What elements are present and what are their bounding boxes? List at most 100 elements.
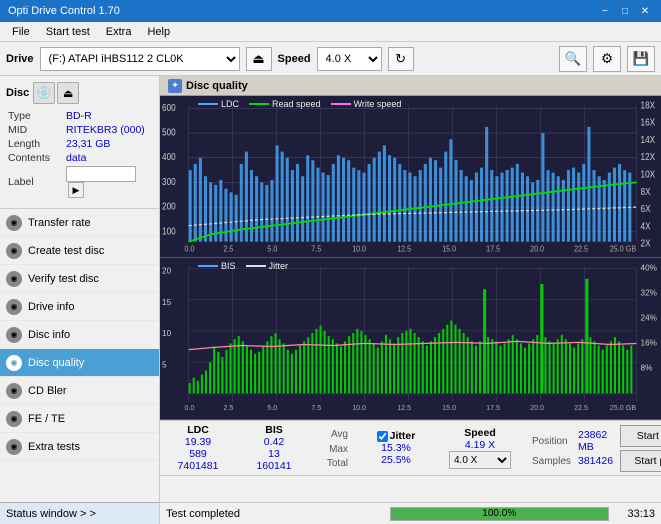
samples-label: Samples [532,456,574,467]
ldc-total-value: 7401481 [178,460,219,472]
settings-button[interactable]: ⚙ [593,46,621,72]
minimize-button[interactable]: − [597,4,613,18]
sidebar-item-create-test-disc[interactable]: ◉ Create test disc [0,237,159,265]
svg-text:5.0: 5.0 [267,244,277,254]
samples-row: Samples 381426 [532,455,612,467]
sidebar-item-disc-info[interactable]: ◉ Disc info [0,321,159,349]
eject-button[interactable]: ⏏ [246,47,272,71]
sidebar-item-disc-quality[interactable]: ◉ Disc quality [0,349,159,377]
legend-read-speed-label: Read speed [272,99,321,109]
legend-jitter-label: Jitter [269,261,289,271]
disc-label-input[interactable] [66,166,136,182]
chart-header: ✦ Disc quality [160,76,661,96]
svg-text:12.5: 12.5 [397,244,411,254]
main-layout: Disc 💿 ⏏ Type BD-R MID RITEKBR3 (000) Le… [0,76,661,524]
drive-info-icon: ◉ [6,299,22,315]
svg-text:20.0: 20.0 [530,244,544,254]
drive-label: Drive [6,53,34,65]
nav-transfer-rate-label: Transfer rate [28,217,91,229]
sidebar-item-cd-bler[interactable]: ◉ CD Bler [0,377,159,405]
sidebar-item-verify-test-disc[interactable]: ◉ Verify test disc [0,265,159,293]
nav-extra-tests-label: Extra tests [28,441,80,453]
create-test-disc-icon: ◉ [6,243,22,259]
menu-file[interactable]: File [4,24,38,40]
maximize-button[interactable]: □ [617,4,633,18]
menu-extra[interactable]: Extra [98,24,140,40]
svg-text:15.0: 15.0 [442,403,456,412]
disc-length-row: Length 23,31 GB [8,138,151,150]
menu-help[interactable]: Help [139,24,178,40]
svg-text:0.0: 0.0 [185,403,195,412]
refresh-button[interactable]: ↻ [388,47,414,71]
bis-max-value: 13 [268,448,280,460]
menu-bar: File Start test Extra Help [0,22,661,42]
speed-test-select[interactable]: 4.0 X [449,451,511,469]
legend-write-speed-label: Write speed [354,99,402,109]
svg-text:5.0: 5.0 [267,403,277,412]
svg-text:200: 200 [162,201,176,212]
svg-text:0.0: 0.0 [185,244,195,254]
status-window-button[interactable]: Status window > > [0,502,159,524]
disc-length-value: 23,31 GB [66,138,110,150]
svg-text:12.5: 12.5 [397,403,411,412]
legend-ldc-label: LDC [221,99,239,109]
svg-text:17.5: 17.5 [486,403,500,412]
disc-type-value: BD-R [66,110,92,122]
ldc-stats-block: LDC 19.39 589 7401481 [166,424,230,472]
read-speed-color-swatch [249,103,269,105]
close-button[interactable]: ✕ [637,4,653,18]
svg-text:15.0: 15.0 [442,244,456,254]
svg-text:7.5: 7.5 [311,403,321,412]
speed-stats-block: Speed 4.19 X 4.0 X [444,427,516,469]
svg-text:10X: 10X [641,169,656,180]
jitter-checkbox[interactable] [377,431,388,442]
window-controls: − □ ✕ [597,4,653,18]
sidebar-item-fe-te[interactable]: ◉ FE / TE [0,405,159,433]
nav-items: ◉ Transfer rate ◉ Create test disc ◉ Ver… [0,209,159,502]
disc-contents-label: Contents [8,152,66,164]
disc-type-row: Type BD-R [8,110,151,122]
disc-contents-value: data [66,152,86,164]
start-part-button[interactable]: Start part [620,450,661,472]
sidebar-item-extra-tests[interactable]: ◉ Extra tests [0,433,159,461]
svg-text:25.0 GB: 25.0 GB [610,403,636,412]
position-label: Position [532,436,574,447]
jitter-checkbox-row: Jitter [377,430,416,442]
fe-te-icon: ◉ [6,411,22,427]
sidebar-item-transfer-rate[interactable]: ◉ Transfer rate [0,209,159,237]
drive-select[interactable]: (F:) ATAPI iHBS112 2 CL0K [40,47,240,71]
max-row-label: Max [329,443,348,457]
ldc-header: LDC [187,424,209,436]
bis-stats-block: BIS 0.42 13 160141 [246,424,302,472]
bis-total-value: 160141 [256,460,291,472]
speed-select[interactable]: 4.0 X [317,47,382,71]
save-button[interactable]: 💾 [627,46,655,72]
svg-text:40%: 40% [641,263,658,272]
nav-disc-quality-label: Disc quality [28,357,84,369]
jitter-max-value: 25.5% [381,454,411,466]
disc-icon[interactable]: 💿 [33,82,55,104]
svg-text:7.5: 7.5 [311,244,321,254]
sidebar-item-drive-info[interactable]: ◉ Drive info [0,293,159,321]
progress-text: 100.0% [391,508,609,520]
speed-label: Speed [278,53,311,65]
disc-eject-icon[interactable]: ⏏ [57,82,79,104]
status-bar: Test completed 100.0% 33:13 [160,502,661,524]
disc-label-btn[interactable]: ▶ [68,182,84,198]
disc-label-cell: ▶ [66,166,136,198]
svg-text:100: 100 [162,226,176,237]
disc-mid-value: RITEKBR3 (000) [66,124,145,136]
svg-text:5: 5 [162,360,167,369]
start-full-button[interactable]: Start full [620,425,661,447]
svg-text:400: 400 [162,151,176,162]
scan-button[interactable]: 🔍 [559,46,587,72]
position-block: Position 23862 MB Samples 381426 [532,429,612,467]
menu-start-test[interactable]: Start test [38,24,98,40]
app-title: Opti Drive Control 1.70 [8,5,120,17]
nav-verify-test-disc-label: Verify test disc [28,273,99,285]
svg-text:2.5: 2.5 [223,244,233,254]
svg-text:12X: 12X [641,151,656,162]
svg-text:15: 15 [162,297,171,306]
disc-label-label: Label [8,176,66,188]
disc-info-table: Type BD-R MID RITEKBR3 (000) Length 23,3… [0,106,159,204]
